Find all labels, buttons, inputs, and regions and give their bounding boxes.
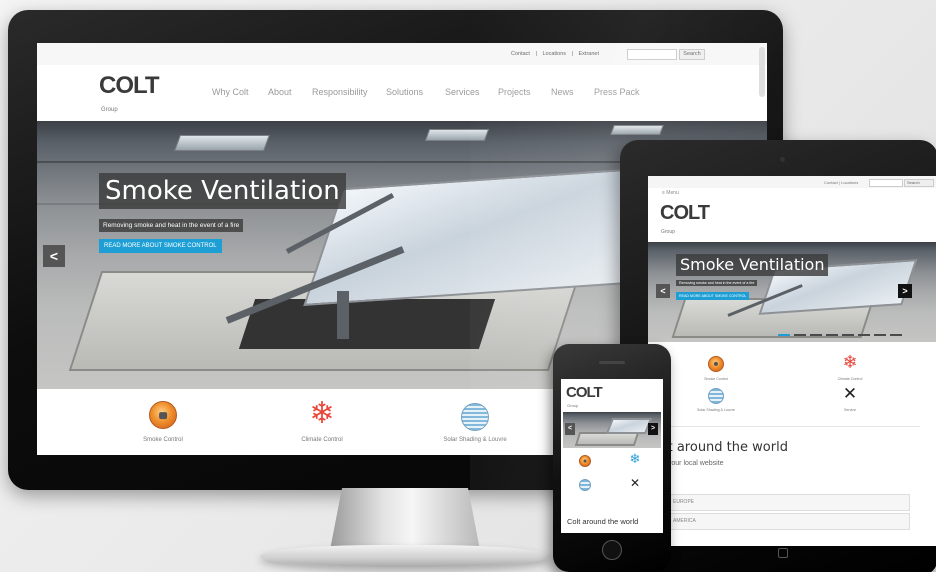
search-input[interactable]: [627, 49, 677, 60]
logo-subtitle: Group: [567, 403, 579, 408]
tablet-camera: [780, 157, 785, 162]
hero-subtitle: Removing smoke and heat in the event of …: [99, 219, 244, 232]
contact-link[interactable]: Contact: [824, 180, 838, 185]
slide-indicator[interactable]: [810, 334, 822, 336]
colt-logo[interactable]: COLT: [566, 385, 603, 401]
region-america[interactable]: AMERICA: [664, 513, 910, 530]
slide-indicator[interactable]: [874, 334, 886, 336]
region-europe[interactable]: EUROPE: [664, 494, 910, 511]
nav-item-news[interactable]: News: [551, 87, 574, 97]
utility-separator: |: [838, 180, 840, 185]
feature-label-smoke-control[interactable]: Smoke Control: [123, 437, 203, 443]
phone-hero-slider: < >: [563, 412, 661, 448]
skylight-image: [174, 135, 270, 151]
tablet-hero-slider: Smoke Ventilation Removing smoke and hea…: [648, 242, 936, 342]
read-more-button[interactable]: READ MORE ABOUT SMOKE CONTROL: [676, 292, 750, 300]
skylight-opening: [238, 299, 496, 349]
feature-label-solar-shading[interactable]: Solar Shading & Louvre: [686, 408, 746, 412]
phone-home-button[interactable]: [602, 540, 622, 560]
nav-item-responsibility[interactable]: Responsibility: [312, 87, 368, 97]
tools-icon[interactable]: ✕: [840, 386, 860, 406]
skylight-image: [610, 125, 664, 135]
slide-indicator-active[interactable]: [778, 334, 790, 336]
tablet-utility-links: Contact | Locations: [824, 180, 858, 185]
logo-subtitle: Group: [101, 107, 118, 113]
slide-indicator[interactable]: [890, 334, 902, 336]
contact-link[interactable]: Contact: [511, 51, 530, 57]
monitor-stand-base: [260, 545, 550, 567]
locations-link[interactable]: Locations: [542, 51, 566, 57]
skylight-glass-panel: [605, 418, 653, 434]
nav-item-press-pack[interactable]: Press Pack: [594, 87, 640, 97]
logo-subtitle: Group: [661, 229, 675, 235]
read-more-button[interactable]: READ MORE ABOUT SMOKE CONTROL: [99, 239, 222, 253]
hero-next-arrow[interactable]: >: [898, 284, 912, 298]
feature-label-climate-control[interactable]: Climate Control: [820, 377, 880, 381]
tablet-screen: Contact | Locations Search ≡ Menu COLT G…: [648, 176, 936, 546]
skylight-glass-panel: [303, 165, 671, 307]
tablet-menu-button[interactable]: ≡ Menu: [662, 190, 679, 196]
phone-screen: COLT Group < > ❄ ✕ Colt around the world: [561, 379, 663, 533]
slide-indicator[interactable]: [826, 334, 838, 336]
world-heading: lt around the world: [664, 440, 788, 455]
nav-item-why-colt[interactable]: Why Colt: [212, 87, 249, 97]
monitor-stand: [330, 488, 480, 550]
slide-indicator[interactable]: [794, 334, 806, 336]
louvre-sun-icon[interactable]: [708, 388, 724, 404]
nav-item-solutions[interactable]: Solutions: [386, 87, 423, 97]
scrollbar[interactable]: [759, 47, 765, 97]
hero-next-arrow[interactable]: >: [648, 423, 658, 435]
hero-subtitle: Removing smoke and heat in the event of …: [676, 280, 758, 286]
feature-label-smoke-control[interactable]: Smoke Control: [686, 377, 746, 381]
tablet-search-button[interactable]: Search: [904, 179, 934, 187]
colt-logo[interactable]: COLT: [660, 202, 710, 224]
locations-link[interactable]: Locations: [841, 180, 858, 185]
snowflake-sun-icon[interactable]: ❄: [305, 399, 339, 431]
nav-item-services[interactable]: Services: [445, 87, 480, 97]
world-subheading: t your local website: [664, 460, 724, 467]
colt-logo[interactable]: COLT: [99, 73, 160, 99]
feature-label-solar-shading[interactable]: Solar Shading & Louvre: [435, 437, 515, 443]
divider: [664, 426, 920, 427]
feature-label-climate-control[interactable]: Climate Control: [282, 437, 362, 443]
snowflake-sun-icon[interactable]: ❄: [840, 354, 860, 374]
actuator-post: [337, 291, 349, 339]
tools-icon[interactable]: ✕: [628, 477, 642, 491]
world-heading: Colt around the world: [567, 517, 639, 526]
tablet-home-button[interactable]: [778, 548, 788, 558]
search-button[interactable]: Search: [679, 49, 705, 60]
hero-title: Smoke Ventilation: [99, 173, 346, 209]
hero-title: Smoke Ventilation: [676, 254, 829, 276]
tablet-search-input[interactable]: [869, 179, 903, 187]
nav-item-projects[interactable]: Projects: [498, 87, 531, 97]
hero-prev-arrow[interactable]: <: [43, 245, 65, 267]
utility-separator: |: [535, 51, 537, 57]
phone-speaker: [599, 361, 625, 364]
slide-indicator[interactable]: [842, 334, 854, 336]
slide-indicator[interactable]: [858, 334, 870, 336]
extranet-link[interactable]: Extranet: [579, 51, 599, 57]
fire-icon[interactable]: [579, 455, 591, 467]
feature-label-service[interactable]: Service: [820, 408, 880, 412]
louvre-sun-icon[interactable]: [461, 403, 489, 431]
snowflake-sun-icon[interactable]: ❄: [628, 453, 642, 467]
fire-icon[interactable]: [708, 356, 724, 372]
hero-prev-arrow[interactable]: <: [656, 284, 670, 298]
skylight-curb: [574, 432, 640, 446]
utility-links: Contact | Locations | Extranet: [509, 51, 601, 57]
louvre-sun-icon[interactable]: [579, 479, 591, 491]
nav-item-about[interactable]: About: [268, 87, 292, 97]
skylight-image: [424, 129, 490, 141]
hero-prev-arrow[interactable]: <: [565, 423, 575, 435]
utility-separator: |: [571, 51, 573, 57]
fire-icon[interactable]: [149, 401, 177, 429]
